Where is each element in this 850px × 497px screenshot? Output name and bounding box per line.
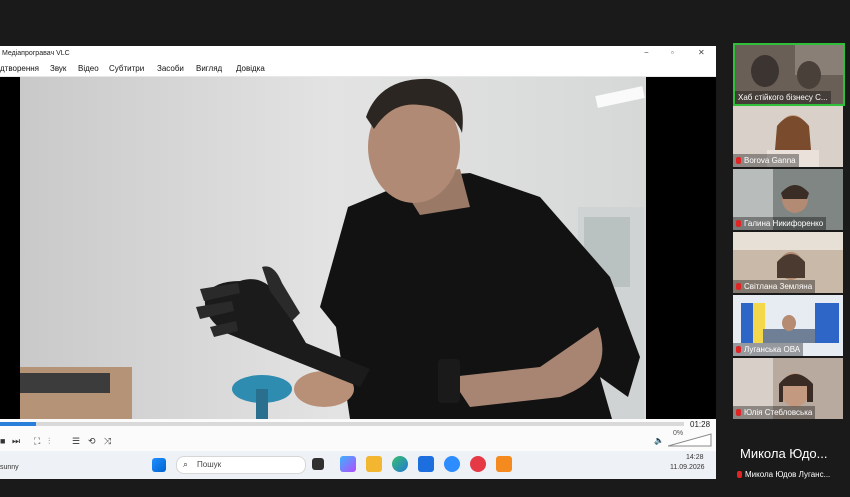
participant-tile[interactable]: Borova Ganna — [733, 106, 843, 167]
maximize-button[interactable]: ▫ — [671, 48, 674, 57]
minimize-button[interactable]: − — [644, 48, 649, 57]
playlist-icon[interactable]: ☰ — [72, 436, 80, 447]
muted-mic-icon — [736, 157, 741, 164]
muted-mic-icon — [736, 220, 741, 227]
participant-tile[interactable]: Галина Никифоренко — [733, 169, 843, 230]
participant-name: Галина Никифоренко — [733, 217, 827, 230]
active-speaker-name: Микола Юдо... — [740, 446, 828, 461]
seek-bar[interactable] — [0, 422, 684, 426]
weather-widget[interactable]: sunny — [0, 464, 19, 471]
zoom-icon[interactable] — [444, 456, 460, 472]
close-button[interactable]: ✕ — [698, 48, 705, 57]
menu-video[interactable]: Відео — [78, 64, 99, 73]
vlc-title-bar: Медіапрогравач VLC − ▫ ✕ — [0, 46, 716, 62]
muted-mic-icon — [737, 471, 742, 478]
windows-start-icon[interactable] — [152, 458, 166, 472]
active-speaker-label: Микола Юдов Луганс... — [737, 470, 830, 479]
volume-icon[interactable]: 🔈 — [654, 436, 664, 445]
file-explorer-icon[interactable] — [366, 456, 382, 472]
taskbar-search-box[interactable]: ⌕ Пошук — [176, 456, 306, 474]
menu-audio[interactable]: Звук — [50, 64, 66, 73]
shuffle-icon[interactable]: ⤨ — [104, 436, 111, 447]
equalizer-icon[interactable]: ⫶ — [48, 436, 50, 447]
edge-icon[interactable] — [392, 456, 408, 472]
copilot-icon[interactable] — [340, 456, 356, 472]
taskbar-date: 11.09.2026 — [670, 464, 705, 471]
muted-mic-icon — [736, 409, 741, 416]
loop-icon[interactable]: ⟲ — [88, 436, 96, 447]
shared-screen: Медіапрогравач VLC − ▫ ✕ дтворення Звук … — [0, 46, 716, 479]
vlc-controls: 01:28 ■ ⏭ ⛶ ⫶ ☰ ⟲ ⤨ 🔈 0% — [0, 419, 716, 451]
search-icon: ⌕ — [183, 459, 189, 469]
task-view-icon[interactable] — [312, 458, 324, 470]
participant-tile[interactable]: Світлана Земляна — [733, 232, 843, 293]
participant-tile[interactable]: Юлія Стебловська — [733, 358, 843, 419]
time-remaining: 01:28 — [690, 420, 711, 429]
vlc-menu-bar: дтворення Звук Відео Субтитри Засоби Виг… — [0, 62, 716, 77]
video-area[interactable] — [0, 77, 716, 419]
next-icon[interactable]: ⏭ — [12, 436, 20, 447]
menu-tools[interactable]: Засоби — [157, 64, 184, 73]
opera-icon[interactable] — [470, 456, 486, 472]
vlc-icon[interactable] — [496, 456, 512, 472]
fullscreen-icon[interactable]: ⛶ — [34, 436, 40, 447]
muted-mic-icon — [736, 346, 741, 353]
muted-mic-icon — [736, 283, 741, 290]
participant-name: Хаб стійкого бізнесу С... — [735, 91, 831, 104]
participant-name: Луганська ОВА — [733, 343, 804, 356]
participant-name: Світлана Земляна — [733, 280, 816, 293]
taskbar-time: 14:28 — [686, 454, 704, 461]
stop-icon[interactable]: ■ — [0, 436, 5, 446]
vlc-window-title: Медіапрогравач VLC — [2, 50, 70, 57]
volume-slider[interactable] — [668, 433, 712, 447]
participant-name: Borova Ganna — [733, 154, 799, 167]
store-icon[interactable] — [418, 456, 434, 472]
menu-view[interactable]: Вигляд — [196, 64, 222, 73]
menu-subtitles[interactable]: Субтитри — [109, 64, 144, 73]
search-placeholder: Пошук — [197, 460, 222, 469]
seek-progress — [0, 422, 36, 426]
video-frame — [0, 77, 716, 419]
menu-help[interactable]: Довідка — [236, 64, 265, 73]
participant-name: Юлія Стебловська — [733, 406, 816, 419]
participant-tile[interactable]: Луганська ОВА — [733, 295, 843, 356]
menu-playback[interactable]: дтворення — [0, 64, 39, 73]
windows-taskbar: sunny ⌕ Пошук 14:28 11.09.2026 — [0, 451, 716, 479]
participant-tile[interactable]: Хаб стійкого бізнесу С... — [733, 43, 845, 106]
